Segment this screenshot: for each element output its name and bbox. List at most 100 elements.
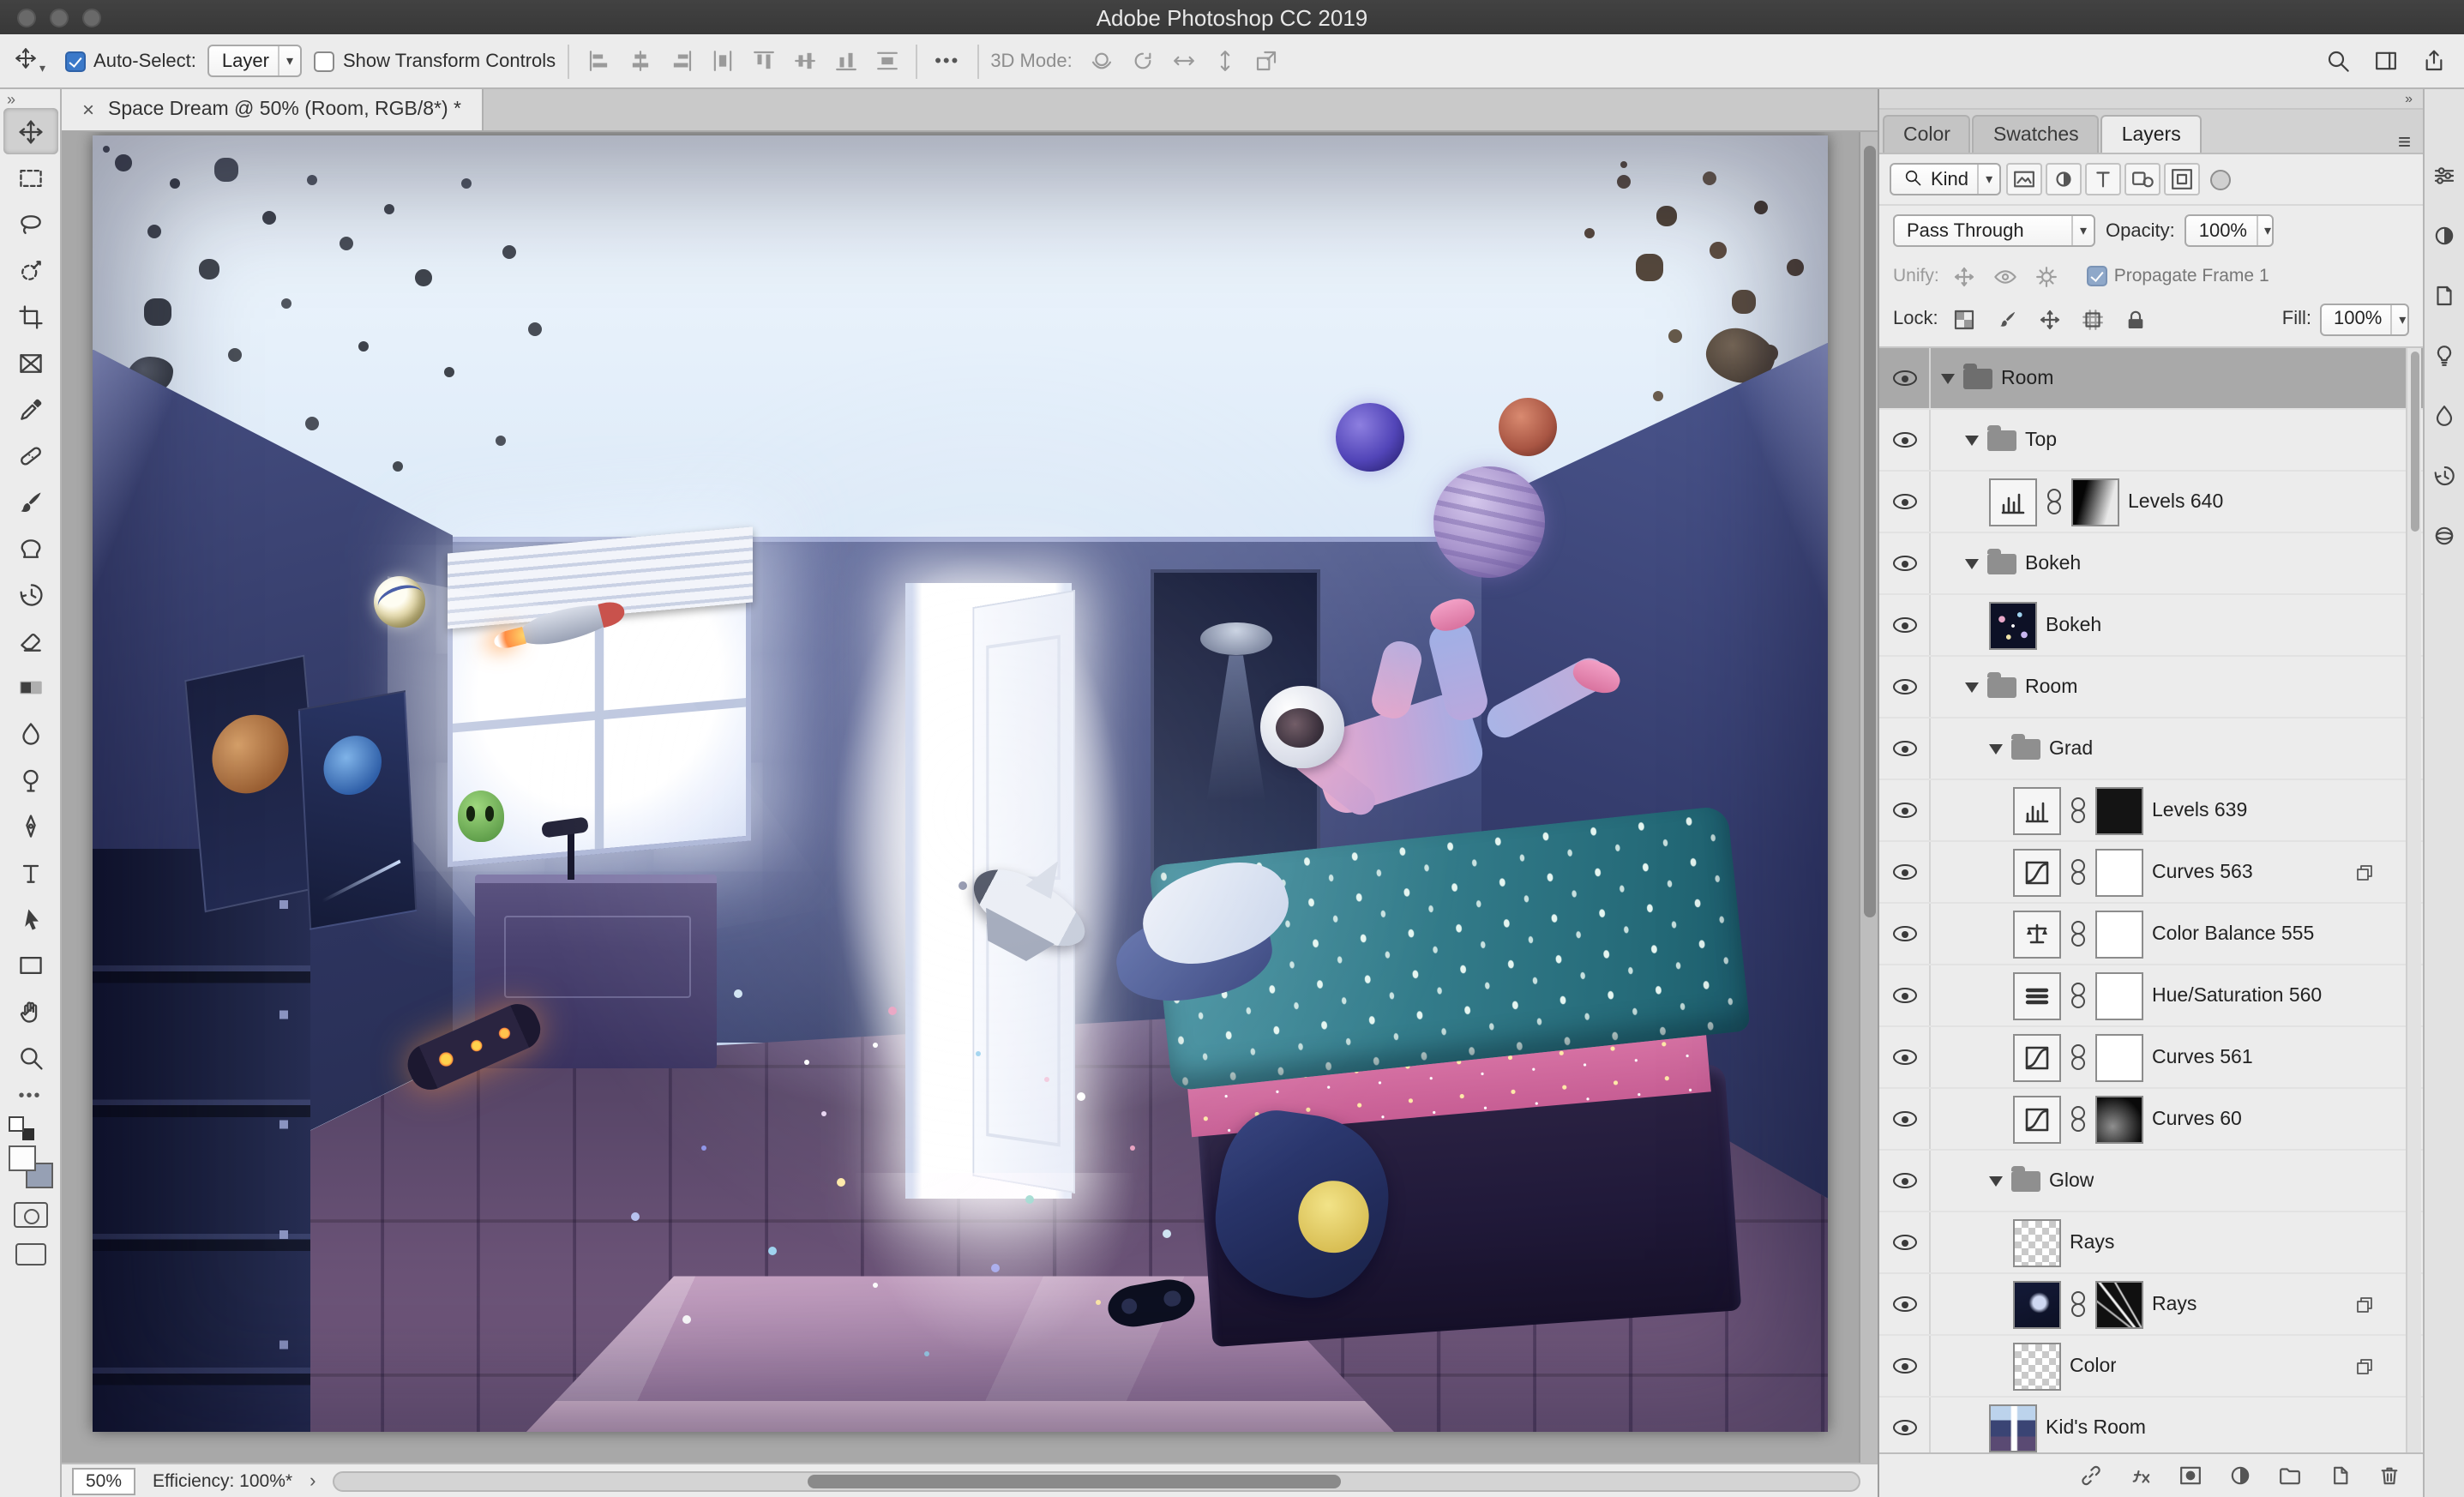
vertical-scrollbar-thumb[interactable] [1863,145,1875,917]
expand-triangle-icon[interactable] [1965,682,1979,692]
align-bottom-edges-icon[interactable] [828,44,862,78]
visibility-toggle[interactable] [1879,1398,1931,1452]
add-mask-icon[interactable] [2173,1458,2207,1493]
layer-row-curves-60[interactable]: Curves 60 [1879,1089,2423,1151]
visibility-toggle[interactable] [1879,472,1931,532]
screen-mode-button[interactable] [15,1243,45,1266]
mask-link-icon[interactable] [2071,1291,2085,1317]
filter-kind-dropdown[interactable]: Kind ▾ [1890,163,2002,195]
layer-row-bokeh[interactable]: Bokeh [1879,595,2423,657]
marquee-tool[interactable] [3,154,57,201]
expand-triangle-icon[interactable] [1965,435,1979,445]
align-right-edges-icon[interactable] [664,44,698,78]
levels-adjustment-icon[interactable] [1989,478,2037,526]
align-top-edges-icon[interactable] [746,44,780,78]
dock-adjustments-icon[interactable] [2427,218,2461,252]
3d-slide-icon[interactable] [1208,44,1242,78]
mask-link-icon[interactable] [2071,1044,2085,1070]
visibility-toggle[interactable] [1879,1089,1931,1149]
history-brush-tool[interactable] [3,571,57,617]
layer-row-color-balance-555[interactable]: Color Balance 555 [1879,904,2423,965]
visibility-toggle[interactable] [1879,1212,1931,1272]
lock-position-icon[interactable] [2033,302,2067,336]
curves-adjustment-icon[interactable] [2013,1033,2061,1081]
dock-libraries-icon[interactable] [2427,278,2461,312]
canvas[interactable] [93,135,1828,1432]
layer-mask-thumbnail[interactable] [2095,910,2143,958]
visibility-toggle[interactable] [1879,1336,1931,1396]
horizontal-scrollbar-thumb[interactable] [807,1474,1341,1488]
zoom-level-field[interactable]: 50% [72,1467,136,1494]
edit-toolbar-button[interactable]: ••• [18,1080,41,1109]
3d-roll-icon[interactable] [1126,44,1160,78]
mask-link-icon[interactable] [2071,983,2085,1008]
lock-paint-icon[interactable] [1990,302,2024,336]
curves-adjustment-icon[interactable] [2013,848,2061,896]
layers-scrollbar-thumb[interactable] [2410,352,2419,532]
layer-mask-thumbnail[interactable] [2095,1095,2143,1143]
new-group-icon[interactable] [2272,1458,2306,1493]
expand-triangle-icon[interactable] [1989,1175,2003,1186]
zoom-tool[interactable] [3,1034,57,1080]
dock-learn-icon[interactable] [2427,338,2461,372]
current-tool-preset[interactable]: ▾ [14,46,52,75]
layer-mask-thumbnail[interactable] [2095,848,2143,896]
layer-row-room[interactable]: Room [1879,657,2423,718]
eraser-tool[interactable] [3,617,57,664]
visibility-toggle[interactable] [1879,657,1931,717]
propagate-checkbox[interactable] [2086,266,2107,286]
mask-link-icon[interactable] [2071,1106,2085,1132]
layer-row-rays[interactable]: Rays [1879,1212,2423,1274]
expand-triangle-icon[interactable] [1965,558,1979,568]
layer-row-curves-563[interactable]: Curves 563 [1879,842,2423,904]
adjustment-filter-icon[interactable] [2046,163,2082,195]
horizontal-scrollbar[interactable] [333,1470,1860,1491]
expand-triangle-icon[interactable] [1941,373,1955,383]
smart-object-filter-icon[interactable] [2164,163,2201,195]
visibility-toggle[interactable] [1879,904,1931,964]
layer-row-grad[interactable]: Grad [1879,718,2423,780]
mask-link-icon[interactable] [2071,859,2085,885]
eyedropper-tool[interactable] [3,386,57,432]
new-adjustment-icon[interactable] [2222,1458,2257,1493]
tab-layers[interactable]: Layers [2100,115,2202,153]
layer-row-bokeh[interactable]: Bokeh [1879,533,2423,595]
opacity-field[interactable]: 100% ▾ [2185,214,2275,247]
share-icon[interactable] [2416,44,2450,78]
quick-mask-button[interactable] [13,1202,47,1228]
move-tool[interactable] [3,108,57,154]
layer-row-kid-s-room[interactable]: Kid's Room [1879,1398,2423,1452]
visibility-toggle[interactable] [1879,348,1931,408]
3d-scale-icon[interactable] [1249,44,1283,78]
dock-properties-icon[interactable] [2427,158,2461,192]
balance-adjustment-icon[interactable] [2013,910,2061,958]
unify-position-icon[interactable] [1948,259,1982,293]
layer-row-curves-561[interactable]: Curves 561 [1879,1027,2423,1089]
layer-mask-thumbnail[interactable] [2095,1033,2143,1081]
panel-menu-icon[interactable]: ≡ [2398,130,2411,153]
layer-effects-icon[interactable] [2123,1458,2157,1493]
delete-layer-icon[interactable] [2371,1458,2406,1493]
layer-thumbnail[interactable] [2013,1280,2061,1328]
auto-select-target-dropdown[interactable]: Layer ▾ [207,45,302,77]
vertical-scrollbar[interactable] [1859,132,1878,1463]
path-select-tool[interactable] [3,895,57,941]
align-vertical-centers-icon[interactable] [787,44,821,78]
type-filter-icon[interactable] [2085,163,2122,195]
blur-tool[interactable] [3,710,57,756]
layer-row-hue-saturation-560[interactable]: Hue/Saturation 560 [1879,965,2423,1027]
type-tool[interactable] [3,849,57,895]
pen-tool[interactable] [3,803,57,849]
mask-link-icon[interactable] [2071,797,2085,823]
toolbar-collapse-chevrons-icon[interactable]: » [0,89,22,108]
align-left-edges-icon[interactable] [581,44,616,78]
layer-mask-thumbnail[interactable] [2095,786,2143,834]
visibility-toggle[interactable] [1879,410,1931,470]
panels-collapse-chevrons-icon[interactable]: » [2405,91,2413,106]
link-layers-icon[interactable] [2073,1458,2107,1493]
layer-thumbnail[interactable] [2013,1342,2061,1390]
layer-row-top[interactable]: Top [1879,410,2423,472]
tab-color[interactable]: Color [1883,115,1971,153]
huesat-adjustment-icon[interactable] [2013,971,2061,1019]
show-transform-checkbox[interactable] [313,51,334,71]
